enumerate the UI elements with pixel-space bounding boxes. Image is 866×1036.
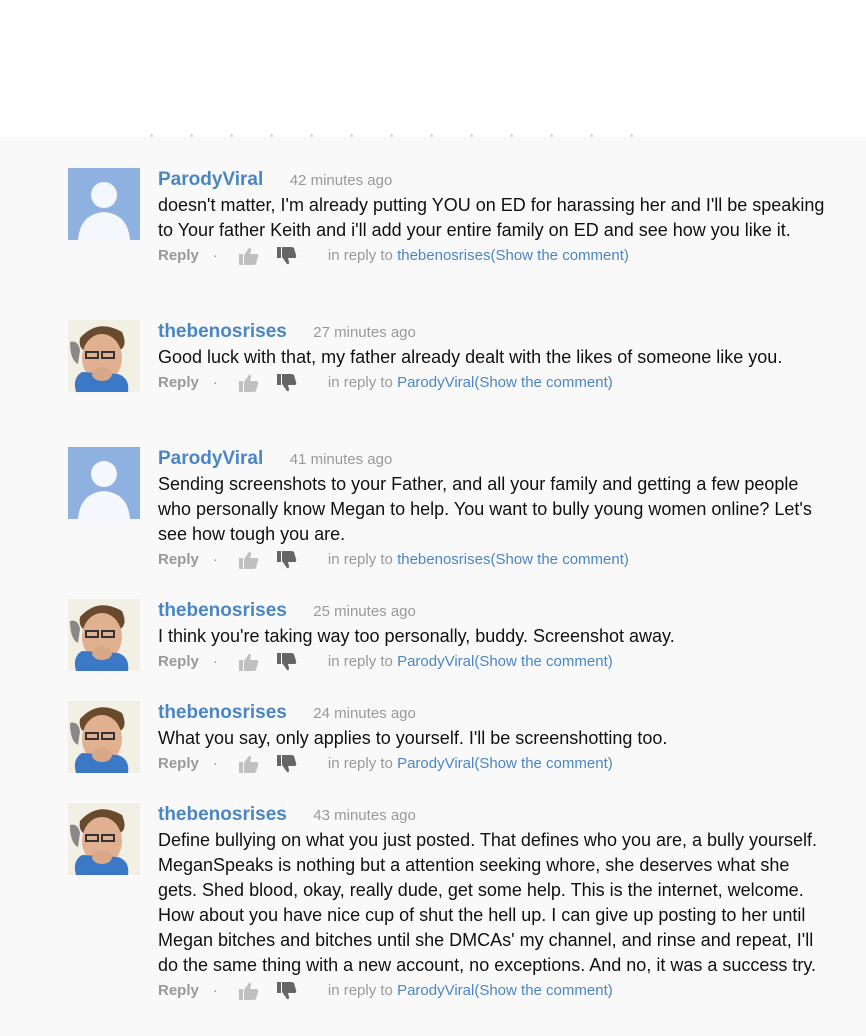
in-reply-prefix: in reply to [327,551,393,568]
comment-body: thebenosrises 25 minutes ago I think you… [158,599,833,673]
thumbs-down-icon[interactable] [276,652,298,672]
comment-body: thebenosrises 43 minutes ago Define bull… [158,803,833,1002]
user-photo [68,803,140,875]
thumbs-up-icon[interactable] [238,246,260,266]
comment-meta: ParodyViral 42 minutes ago [158,168,833,192]
reply-target-link[interactable]: ParodyViral [397,982,474,999]
comment-meta: ParodyViral 41 minutes ago [158,447,833,471]
comment-text: What you say, only applies to yourself. … [158,728,668,748]
top-blank-area [0,0,866,137]
show-comment-link[interactable]: (Show the comment) [490,247,628,264]
comment-meta: thebenosrises 27 minutes ago [158,320,833,344]
in-reply-prefix: in reply to [327,755,393,772]
reply-button[interactable]: Reply [158,549,199,571]
comment-body: thebenosrises 27 minutes ago Good luck w… [158,320,833,394]
comment-actions: Reply · in reply to thebenosrises(Show t… [158,549,833,571]
thumbs-down-icon[interactable] [276,754,298,774]
reply-button[interactable]: Reply [158,980,199,1002]
comment-time: 42 minutes ago [289,172,393,189]
comment-author[interactable]: ParodyViral [158,448,263,469]
comment-text: Good luck with that, my father already d… [158,347,783,367]
thumbs-up-icon[interactable] [238,981,260,1001]
comment-author[interactable]: thebenosrises [158,702,287,723]
show-comment-link[interactable]: (Show the comment) [474,653,612,670]
comment-text: Define bullying on what you just posted.… [158,830,818,975]
in-reply-to: in reply to ParodyViral(Show the comment… [328,753,613,775]
comment-body: thebenosrises 24 minutes ago What you sa… [158,701,833,775]
in-reply-to: in reply to ParodyViral(Show the comment… [328,651,613,673]
comment-actions: Reply · in reply to thebenosrises(Show t… [158,245,833,267]
avatar[interactable] [68,599,140,671]
reply-button[interactable]: Reply [158,372,199,394]
comment-meta: thebenosrises 24 minutes ago [158,701,833,725]
thumbs-down-icon[interactable] [276,981,298,1001]
comment-text: I think you're taking way too personally… [158,626,675,646]
comment-time: 24 minutes ago [313,705,416,722]
default-avatar-icon [78,182,130,240]
show-comment-link[interactable]: (Show the comment) [474,374,612,391]
thumbs-down-icon[interactable] [276,246,298,266]
thumbs-up-icon[interactable] [238,550,260,570]
separator: · [212,755,218,772]
in-reply-prefix: in reply to [327,982,393,999]
avatar[interactable] [68,168,140,240]
comment-author[interactable]: thebenosrises [158,804,287,825]
comment-body: ParodyViral 42 minutes ago doesn't matte… [158,168,833,267]
comment-author[interactable]: thebenosrises [158,321,287,342]
reply-target-link[interactable]: ParodyViral [397,374,474,391]
in-reply-prefix: in reply to [327,653,393,670]
comment-author[interactable]: thebenosrises [158,600,287,621]
show-comment-link[interactable]: (Show the comment) [490,551,628,568]
user-photo [68,701,140,773]
show-comment-link[interactable]: (Show the comment) [474,755,612,772]
thumbs-down-icon[interactable] [276,550,298,570]
in-reply-to: in reply to thebenosrises(Show the comme… [328,245,629,267]
comment-text: Sending screenshots to your Father, and … [158,474,812,544]
in-reply-to: in reply to ParodyViral(Show the comment… [328,980,613,1002]
comment-time: 41 minutes ago [289,451,393,468]
thumbs-up-icon[interactable] [238,754,260,774]
reply-button[interactable]: Reply [158,753,199,775]
comment-meta: thebenosrises 43 minutes ago [158,803,833,827]
thumbs-down-icon[interactable] [276,373,298,393]
comment-actions: Reply · in reply to ParodyViral(Show the… [158,372,833,394]
avatar[interactable] [68,320,140,392]
avatar[interactable] [68,701,140,773]
avatar[interactable] [68,447,140,519]
default-avatar-icon [78,461,130,519]
show-comment-link[interactable]: (Show the comment) [474,982,612,999]
comment-actions: Reply · in reply to ParodyViral(Show the… [158,753,833,775]
user-photo [68,599,140,671]
in-reply-prefix: in reply to [327,374,393,391]
thumbs-up-icon[interactable] [238,652,260,672]
comments-panel: ParodyViral 42 minutes ago doesn't matte… [0,137,866,1036]
in-reply-to: in reply to thebenosrises(Show the comme… [328,549,629,571]
reply-target-link[interactable]: ParodyViral [397,653,474,670]
reply-target-link[interactable]: thebenosrises [397,247,490,264]
separator: · [212,374,218,391]
comment-meta: thebenosrises 25 minutes ago [158,599,833,623]
comment-time: 43 minutes ago [313,807,416,824]
reply-button[interactable]: Reply [158,651,199,673]
comment-text: doesn't matter, I'm already putting YOU … [158,195,825,240]
user-photo [68,320,140,392]
comment-author[interactable]: ParodyViral [158,169,263,190]
separator: · [212,982,218,999]
comment-actions: Reply · in reply to ParodyViral(Show the… [158,651,833,673]
reply-target-link[interactable]: ParodyViral [397,755,474,772]
reply-button[interactable]: Reply [158,245,199,267]
comment-time: 25 minutes ago [313,603,416,620]
in-reply-to: in reply to ParodyViral(Show the comment… [328,372,613,394]
thumbs-up-icon[interactable] [238,373,260,393]
avatar[interactable] [68,803,140,875]
separator: · [212,247,218,264]
comment-actions: Reply · in reply to ParodyViral(Show the… [158,980,833,1002]
separator: · [212,551,218,568]
in-reply-prefix: in reply to [327,247,393,264]
comment-body: ParodyViral 41 minutes ago Sending scree… [158,447,833,571]
separator: · [212,653,218,670]
comment-time: 27 minutes ago [313,324,416,341]
reply-target-link[interactable]: thebenosrises [397,551,490,568]
